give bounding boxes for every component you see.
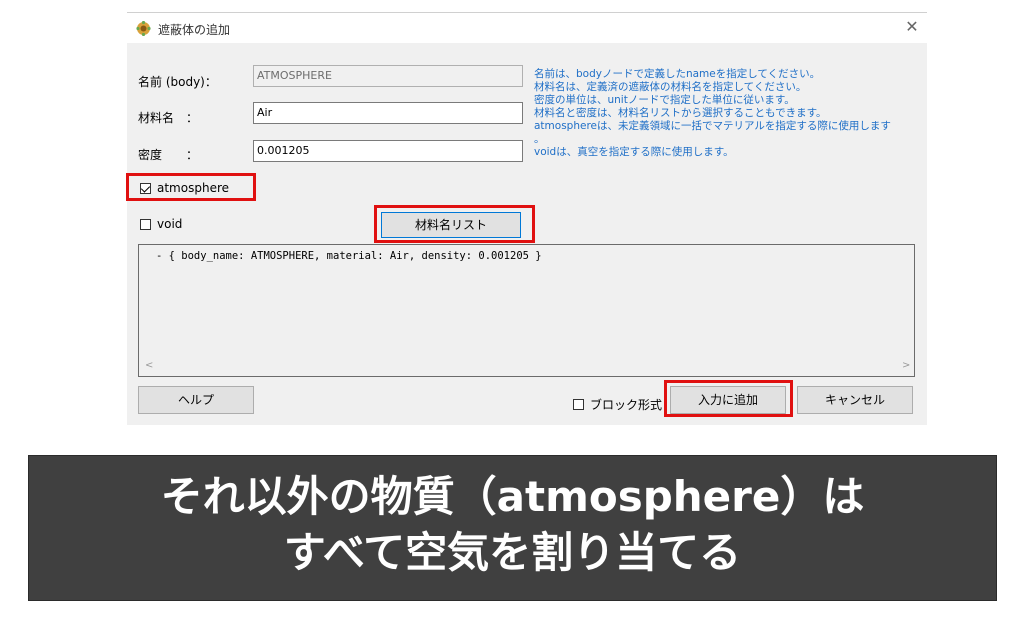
dialog-title: 遮蔽体の追加 [158,23,231,37]
title-bar: 遮蔽体の追加 ✕ [127,13,927,43]
help-button[interactable]: ヘルプ [138,386,254,414]
material-field[interactable]: Air [253,102,523,124]
close-icon[interactable]: ✕ [903,18,921,36]
help-line: 。 [534,133,545,145]
checkbox-unchecked-icon[interactable] [140,218,151,230]
checkbox-unchecked-icon[interactable] [573,399,584,410]
output-textarea[interactable]: - { body_name: ATMOSPHERE, material: Air… [138,244,915,377]
caption-line: すべて空気を割り当てる [283,528,742,577]
name-field[interactable]: ATMOSPHERE [253,65,523,87]
scroll-left-icon[interactable]: < [145,360,153,371]
help-line: 名前は、bodyノードで定義したnameを指定してください。 [534,68,821,80]
app-icon [136,21,151,36]
block-format-checkbox[interactable]: ブロック形式 [573,396,662,413]
caption-banner: それ以外の物質（atmosphere）は すべて空気を割り当てる [28,455,997,601]
add-shield-dialog: 遮蔽体の追加 ✕ 名前 (body)： ATMOSPHERE 材料名 ： Air… [126,12,927,425]
density-label: 密度 ： [138,148,199,162]
void-label: void [157,217,183,231]
material-label: 材料名 ： [138,111,199,125]
help-line: atmosphereは、未定義領域に一括でマテリアルを指定する際に使用します [534,120,891,132]
name-label: 名前 (body)： [138,75,217,89]
help-description: 名前は、bodyノードで定義したnameを指定してください。 材料名は、定義済の… [534,68,924,159]
add-button-highlight [664,380,793,417]
cancel-button[interactable]: キャンセル [797,386,913,414]
output-text: - { body_name: ATMOSPHERE, material: Air… [156,250,542,262]
void-checkbox[interactable]: void [140,217,182,231]
material-list-highlight [374,205,535,243]
help-line: 材料名は、定義済の遮蔽体の材料名を指定してください。 [534,81,807,93]
help-line: voidは、真空を指定する際に使用します。 [534,146,734,158]
help-line: 材料名と密度は、材料名リストから選択することもできます。 [534,107,827,119]
density-field[interactable]: 0.001205 [253,140,523,162]
block-format-label: ブロック形式 [590,398,663,412]
scroll-right-icon[interactable]: > [902,360,910,371]
help-line: 密度の単位は、unitノードで指定した単位に従います。 [534,94,795,106]
caption-line: それ以外の物質（atmosphere）は [160,472,865,521]
atmosphere-highlight [126,173,256,201]
